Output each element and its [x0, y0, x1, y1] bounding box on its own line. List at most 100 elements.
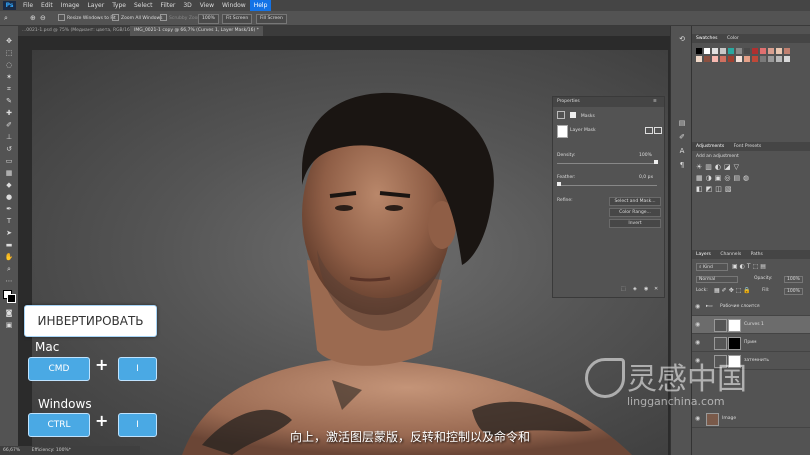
- properties-panel-icon[interactable]: ▤: [676, 118, 688, 128]
- color-swatch[interactable]: [712, 48, 718, 54]
- fit-screen-button[interactable]: Fit Screen: [222, 14, 253, 24]
- color-swatch[interactable]: [696, 56, 702, 62]
- lasso-tool-icon[interactable]: ◌: [3, 60, 15, 70]
- layer-mask-thumbnail[interactable]: [728, 337, 741, 350]
- layer-mask-thumbnail[interactable]: [557, 125, 568, 138]
- eyedropper-tool-icon[interactable]: ✎: [3, 96, 15, 106]
- menu-image[interactable]: Image: [57, 0, 84, 11]
- color-swatch[interactable]: [784, 48, 790, 54]
- path-selection-icon[interactable]: ➤: [3, 228, 15, 238]
- tab-layers[interactable]: Layers: [692, 252, 715, 257]
- select-and-mask-button[interactable]: Select and Mask...: [609, 197, 661, 206]
- magic-wand-tool-icon[interactable]: ✶: [3, 72, 15, 82]
- adjustment-icons-row-1[interactable]: ☀▥◐◪▽: [696, 163, 742, 171]
- resize-windows-checkbox[interactable]: Resize Windows to Fit: [58, 14, 116, 22]
- vector-mask-icon[interactable]: [570, 112, 577, 118]
- color-swatch[interactable]: [720, 56, 726, 62]
- feather-value[interactable]: 0,0 px: [639, 175, 653, 180]
- density-slider-handle[interactable]: [654, 160, 658, 164]
- hand-tool-icon[interactable]: ✋: [3, 252, 15, 262]
- color-swatch[interactable]: [784, 56, 790, 62]
- menu-type[interactable]: Type: [108, 0, 130, 11]
- color-swatch[interactable]: [744, 48, 750, 54]
- history-brush-icon[interactable]: ↺: [3, 144, 15, 154]
- zoom-out-icon[interactable]: ⊖: [40, 14, 46, 22]
- color-swatch[interactable]: [728, 48, 734, 54]
- zoom-all-checkbox[interactable]: Zoom All Windows: [112, 14, 163, 22]
- feather-slider[interactable]: [557, 185, 657, 186]
- blur-tool-icon[interactable]: ◆: [3, 180, 15, 190]
- move-tool-icon[interactable]: ✥: [3, 36, 15, 46]
- color-swatch[interactable]: [752, 48, 758, 54]
- load-selection-icon[interactable]: ⬚: [621, 286, 626, 292]
- tab-color[interactable]: Color: [723, 36, 743, 41]
- type-tool-icon[interactable]: T: [3, 216, 15, 226]
- color-swatch[interactable]: [704, 48, 710, 54]
- color-swatch[interactable]: [760, 48, 766, 54]
- color-swatch[interactable]: [712, 56, 718, 62]
- menu-help[interactable]: Help: [249, 0, 272, 11]
- tab-font-presets[interactable]: Font Presets: [730, 144, 766, 149]
- document-info[interactable]: Efficiency: 100%*: [22, 448, 71, 453]
- density-slider[interactable]: [557, 163, 657, 164]
- layer-row-curves[interactable]: ◉ Curves 1: [692, 316, 810, 334]
- background-color-swatch[interactable]: [7, 294, 16, 303]
- zoom-100-button[interactable]: 100%: [198, 14, 219, 24]
- zoom-tool-icon[interactable]: ⌕: [4, 14, 8, 22]
- dodge-tool-icon[interactable]: ●: [3, 192, 15, 202]
- color-swatch[interactable]: [736, 48, 742, 54]
- select-pixel-mask-icon[interactable]: [645, 127, 653, 134]
- pen-tool-icon[interactable]: ✒: [3, 204, 15, 214]
- color-swatch[interactable]: [768, 48, 774, 54]
- scrubby-zoom-checkbox[interactable]: Scrubby Zoom: [160, 14, 202, 22]
- quick-mask-icon[interactable]: ◙: [3, 308, 15, 318]
- layer-row-group[interactable]: ◉ ▸▭ Рабочие слоится: [692, 298, 810, 316]
- density-value[interactable]: 100%: [639, 153, 652, 158]
- menu-layer[interactable]: Layer: [83, 0, 108, 11]
- gradient-tool-icon[interactable]: ▦: [3, 168, 15, 178]
- history-panel-icon[interactable]: ⟲: [676, 34, 688, 44]
- color-swatch[interactable]: [760, 56, 766, 62]
- apply-mask-icon[interactable]: ◈: [633, 286, 637, 292]
- menu-filter[interactable]: Filter: [157, 0, 180, 11]
- color-swatch[interactable]: [720, 48, 726, 54]
- eraser-tool-icon[interactable]: ▭: [3, 156, 15, 166]
- visibility-icon[interactable]: ◉: [644, 286, 648, 292]
- color-swatch[interactable]: [728, 56, 734, 62]
- color-swatch[interactable]: [696, 48, 702, 54]
- tab-channels[interactable]: Channels: [716, 252, 745, 257]
- lock-icons[interactable]: ▦✐✥⬚🔒: [714, 287, 753, 294]
- color-swatch[interactable]: [704, 56, 710, 62]
- delete-mask-icon[interactable]: ✕: [654, 286, 658, 292]
- fill-input[interactable]: 100%: [784, 288, 803, 295]
- tab-paths[interactable]: Paths: [747, 252, 767, 257]
- color-swatch[interactable]: [768, 56, 774, 62]
- menu-select[interactable]: Select: [130, 0, 157, 11]
- tab-swatches[interactable]: Swatches: [692, 36, 722, 41]
- feather-slider-handle[interactable]: [557, 182, 561, 186]
- eye-icon[interactable]: ◉: [695, 298, 701, 315]
- color-swatch[interactable]: [776, 56, 782, 62]
- layer-filter-icons[interactable]: ▣◐T⬚▤: [732, 263, 768, 270]
- layer-filter-kind[interactable]: ⌕ Kind: [696, 263, 728, 271]
- shape-tool-icon[interactable]: ▬: [3, 240, 15, 250]
- color-range-button[interactable]: Color Range...: [609, 208, 661, 217]
- invert-button[interactable]: Invert: [609, 219, 661, 228]
- panel-menu-icon[interactable]: ≡: [653, 97, 657, 107]
- paragraph-panel-icon[interactable]: ¶: [676, 160, 688, 170]
- crop-tool-icon[interactable]: ⌗: [3, 84, 15, 94]
- healing-brush-icon[interactable]: ✚: [3, 108, 15, 118]
- tab-document-2[interactable]: IMG_0021-1 copy @ 66,7% (Curves 1, Layer…: [130, 26, 263, 36]
- brush-panel-icon[interactable]: ✐: [676, 132, 688, 142]
- tab-document-1[interactable]: ...0021-1.psd @ 75% (Медиант: цвета, RGB…: [18, 26, 139, 36]
- menu-3d[interactable]: 3D: [179, 0, 195, 11]
- zoom-tool-icon[interactable]: ⌕: [3, 264, 15, 274]
- color-swatch[interactable]: [744, 56, 750, 62]
- adjustment-icons-row-2[interactable]: ▦◑▣◎▤◍: [696, 174, 752, 182]
- menu-file[interactable]: File: [19, 0, 37, 11]
- menu-edit[interactable]: Edit: [37, 0, 57, 11]
- eye-icon[interactable]: ◉: [695, 334, 701, 351]
- eye-icon[interactable]: ◉: [695, 316, 701, 333]
- more-tools-icon[interactable]: ⋯: [3, 276, 15, 286]
- color-swatch[interactable]: [776, 48, 782, 54]
